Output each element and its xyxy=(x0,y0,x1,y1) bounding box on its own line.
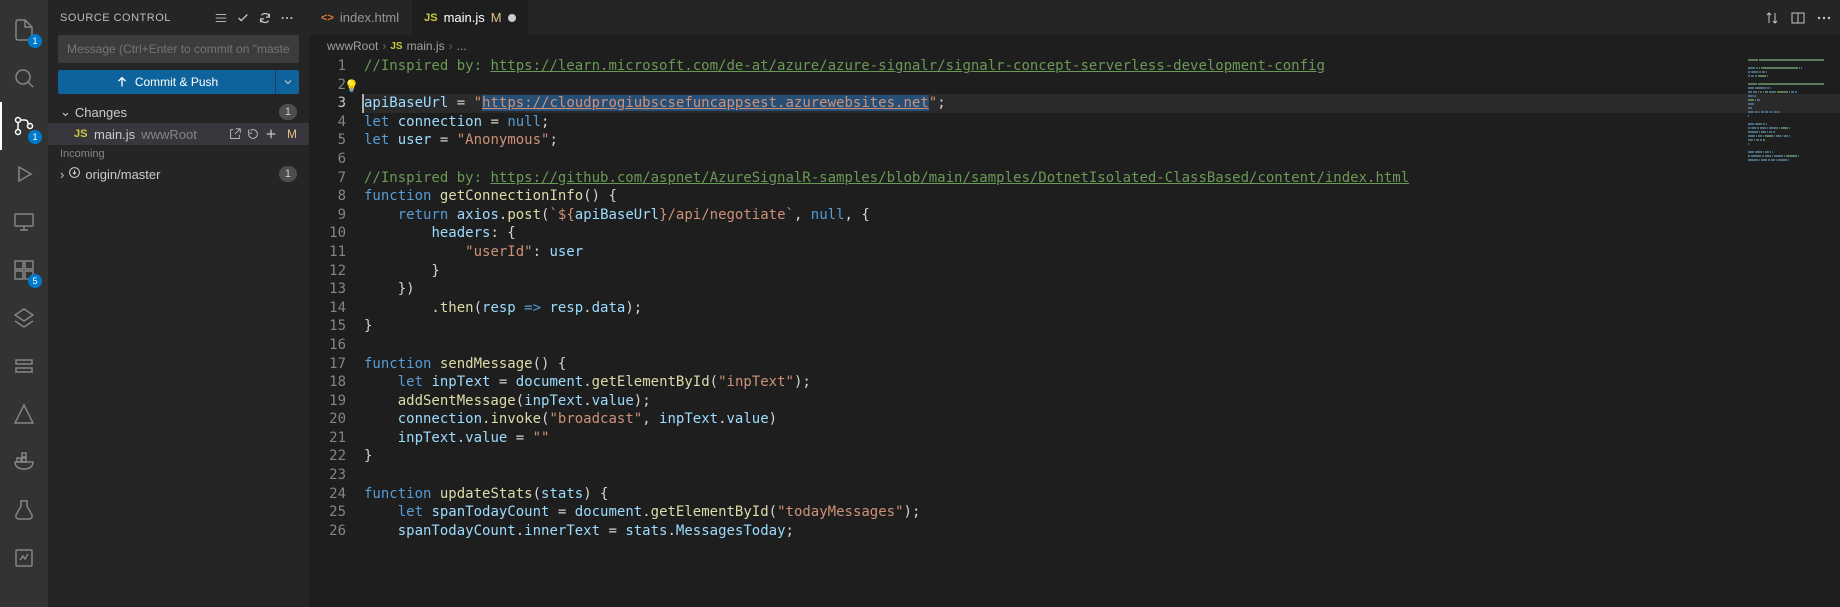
scm-title: SOURCE CONTROL xyxy=(60,12,209,24)
commit-push-label: Commit & Push xyxy=(135,75,218,89)
changes-count: 1 xyxy=(279,104,297,120)
explorer-badge: 1 xyxy=(28,34,42,48)
js-file-icon: JS xyxy=(390,41,402,52)
editor-area: <> index.html JS main.js M wwwRoot › JS … xyxy=(309,0,1840,607)
tab-label: index.html xyxy=(340,10,399,25)
breadcrumb-item[interactable]: main.js xyxy=(407,39,445,53)
html-file-icon: <> xyxy=(321,12,334,24)
tab-label: main.js xyxy=(444,10,485,25)
testing-icon[interactable] xyxy=(0,486,48,534)
commit-push-button[interactable]: Commit & Push xyxy=(58,70,275,94)
chevron-right-icon: › xyxy=(60,167,64,182)
branch-name: origin/master xyxy=(85,167,160,182)
branch-count: 1 xyxy=(279,166,297,182)
discard-changes-icon[interactable] xyxy=(245,126,261,142)
minimap[interactable] xyxy=(1746,57,1826,607)
docker-icon[interactable] xyxy=(0,438,48,486)
incoming-label: Incoming xyxy=(48,145,309,163)
js-file-icon: JS xyxy=(424,12,437,24)
more-tab-actions-icon[interactable] xyxy=(1816,10,1832,26)
compare-changes-icon[interactable] xyxy=(1764,10,1780,26)
tab-dirty-indicator xyxy=(508,14,516,22)
activity-bar: 1 1 5 xyxy=(0,0,48,607)
commit-check-icon[interactable] xyxy=(233,8,253,28)
file-location: wwwRoot xyxy=(141,127,197,142)
azure-icon[interactable] xyxy=(0,390,48,438)
incoming-download-icon xyxy=(68,166,81,182)
run-debug-icon[interactable] xyxy=(0,150,48,198)
breadcrumb-separator: › xyxy=(382,39,386,53)
commit-dropdown-button[interactable] xyxy=(275,70,299,94)
open-file-icon[interactable] xyxy=(227,126,243,142)
line-numbers-gutter: 1234567891011121314151617181920212223242… xyxy=(309,57,364,607)
editor-tabs: <> index.html JS main.js M xyxy=(309,0,1840,35)
source-control-icon[interactable]: 1 xyxy=(0,102,48,150)
js-file-icon: JS xyxy=(74,128,90,140)
search-icon[interactable] xyxy=(0,54,48,102)
commit-message-input[interactable] xyxy=(58,35,299,63)
scm-badge: 1 xyxy=(28,130,42,144)
tab-index-html[interactable]: <> index.html xyxy=(309,0,412,35)
resource-monitor-icon[interactable] xyxy=(0,534,48,582)
source-control-panel: SOURCE CONTROL Commit & Push ⌄ Changes 1… xyxy=(48,0,309,607)
branch-section[interactable]: › origin/master 1 xyxy=(48,163,309,185)
code-editor[interactable]: 1234567891011121314151617181920212223242… xyxy=(309,57,1840,607)
azure-resources-icon[interactable] xyxy=(0,342,48,390)
breadcrumb-separator: › xyxy=(449,39,453,53)
more-actions-icon[interactable] xyxy=(277,8,297,28)
scm-header: SOURCE CONTROL xyxy=(48,0,309,35)
file-name: main.js xyxy=(94,127,135,142)
view-as-tree-icon[interactable] xyxy=(211,8,231,28)
extensions-icon[interactable]: 5 xyxy=(0,246,48,294)
tab-modified-letter: M xyxy=(491,10,502,25)
changes-section[interactable]: ⌄ Changes 1 xyxy=(48,101,309,123)
remote-icon[interactable] xyxy=(0,294,48,342)
chevron-down-icon: ⌄ xyxy=(60,104,71,120)
remote-explorer-icon[interactable] xyxy=(0,198,48,246)
code-content[interactable]: //Inspired by: https://learn.microsoft.c… xyxy=(364,57,1840,607)
split-editor-icon[interactable] xyxy=(1790,10,1806,26)
breadcrumb-item[interactable]: wwwRoot xyxy=(327,39,378,53)
extensions-badge: 5 xyxy=(28,274,42,288)
changes-label: Changes xyxy=(75,105,127,120)
modified-badge: M xyxy=(287,127,297,141)
scm-changed-file[interactable]: JS main.js wwwRoot M xyxy=(48,123,309,145)
explorer-icon[interactable]: 1 xyxy=(0,6,48,54)
tab-main-js[interactable]: JS main.js M xyxy=(412,0,529,35)
breadcrumbs[interactable]: wwwRoot › JS main.js › ... xyxy=(309,35,1840,57)
breadcrumb-item[interactable]: ... xyxy=(457,39,467,53)
stage-changes-icon[interactable] xyxy=(263,126,279,142)
refresh-icon[interactable] xyxy=(255,8,275,28)
